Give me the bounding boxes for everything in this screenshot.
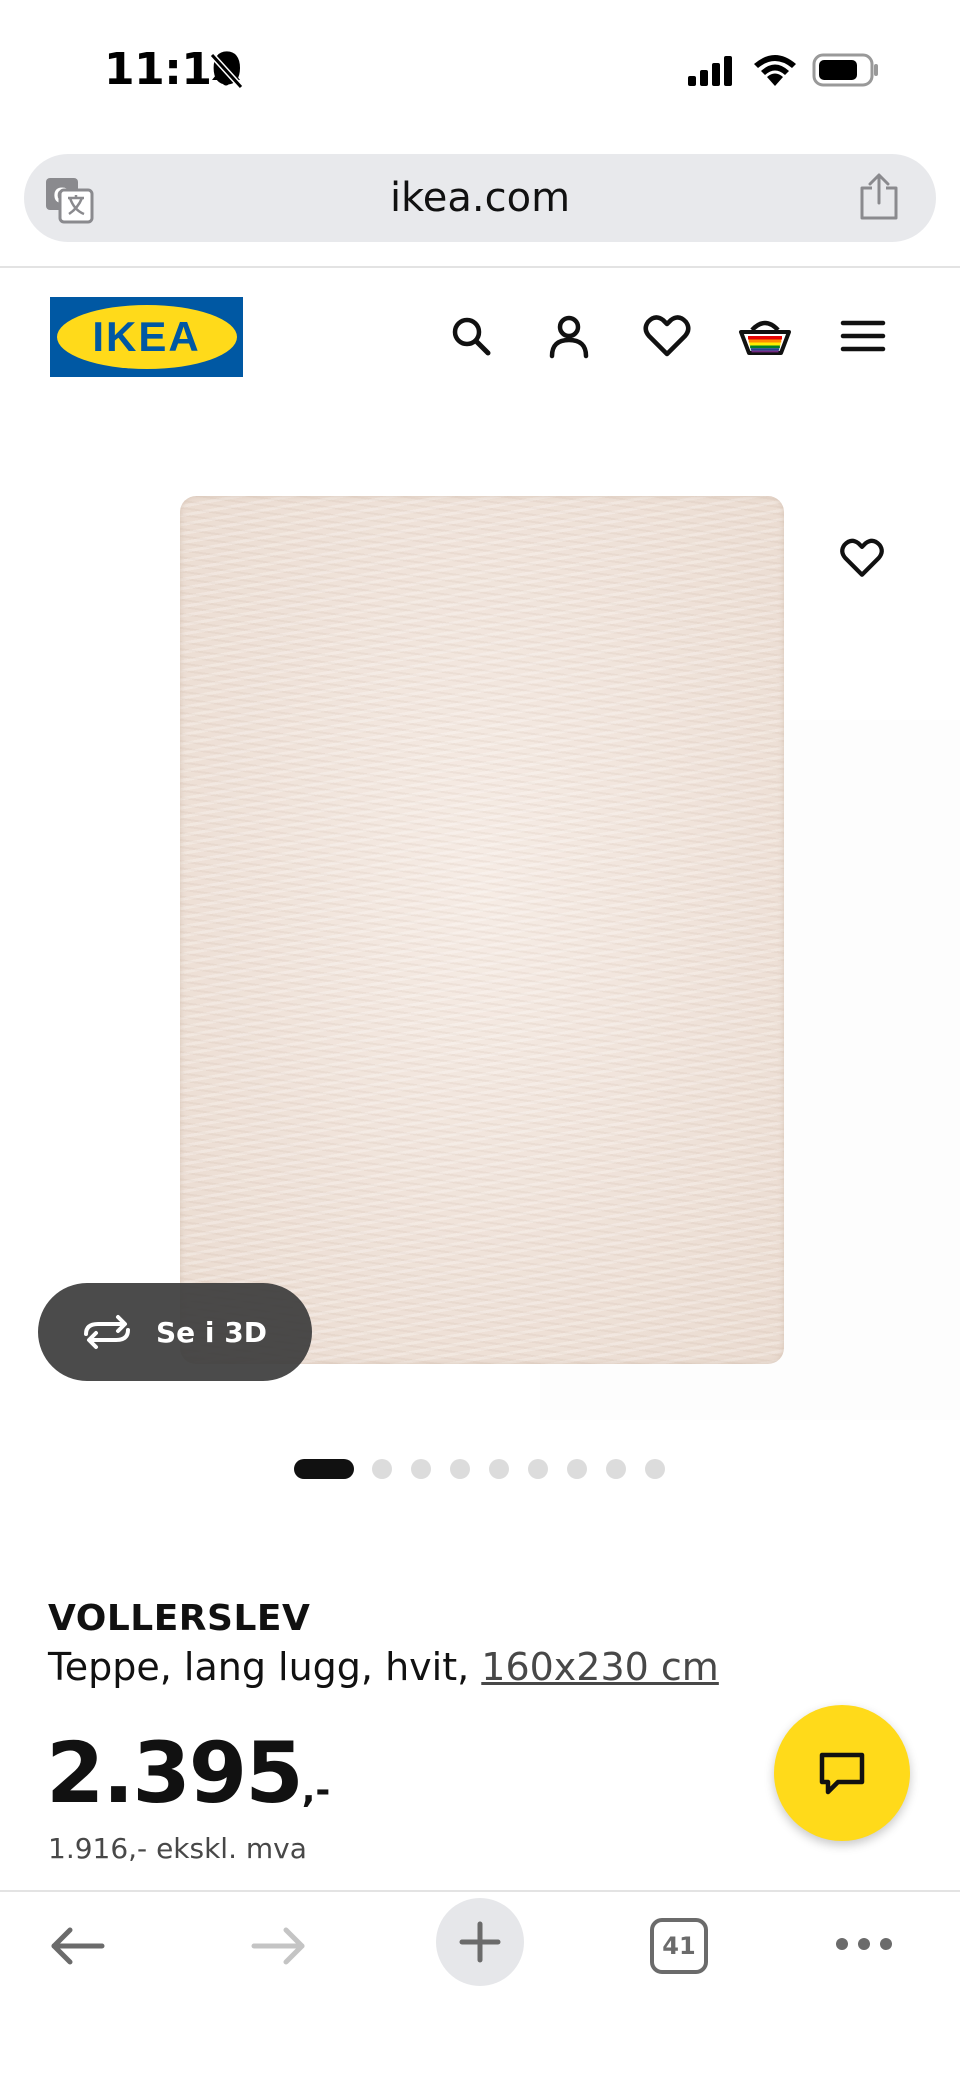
carousel-dot-active[interactable] <box>294 1459 354 1479</box>
ikea-logo-text: IKEA <box>92 313 201 360</box>
search-icon[interactable] <box>443 308 499 364</box>
carousel-dot[interactable] <box>645 1459 665 1479</box>
favorites-icon[interactable] <box>639 308 695 364</box>
see-in-3d-label: Se i 3D <box>156 1315 267 1349</box>
carousel-dot[interactable] <box>528 1459 548 1479</box>
price-main: 2.395 <box>46 1724 304 1822</box>
wifi-icon <box>754 55 796 86</box>
product-description: Teppe, lang lugg, hvit, 160x230 cm <box>48 1645 719 1689</box>
carousel-dot[interactable] <box>411 1459 431 1479</box>
product-price: 2.395,- <box>46 1724 330 1822</box>
carousel-dot[interactable] <box>372 1459 392 1479</box>
basket-icon[interactable] <box>737 308 793 364</box>
product-description-text: Teppe, lang lugg, hvit, <box>48 1645 482 1689</box>
price-excl-vat: 1.916,- ekskl. mva <box>48 1832 307 1865</box>
ikea-logo[interactable]: IKEA <box>50 297 243 377</box>
add-to-favorites-icon[interactable] <box>836 532 888 584</box>
carousel-indicator <box>294 1458 684 1480</box>
chat-icon <box>819 1752 865 1795</box>
battery-icon <box>812 53 878 87</box>
carousel-dot[interactable] <box>489 1459 509 1479</box>
share-icon[interactable] <box>858 172 900 222</box>
browser-toolbar: 41 <box>0 1892 960 2081</box>
chat-button[interactable] <box>774 1705 910 1841</box>
see-in-3d-button[interactable]: Se i 3D <box>38 1283 312 1381</box>
menu-icon[interactable] <box>835 308 891 364</box>
url-text[interactable]: ikea.com <box>24 154 936 242</box>
product-image-gallery[interactable]: Se i 3D <box>0 420 960 1420</box>
carousel-dot[interactable] <box>606 1459 626 1479</box>
address-bar[interactable]: ikea.com G <box>24 154 936 242</box>
rotate-3d-icon <box>84 1315 130 1349</box>
page: 11:10 ikea.com G <box>0 0 960 2081</box>
product-size-link[interactable]: 160x230 cm <box>481 1645 719 1689</box>
tabs-button[interactable]: 41 <box>650 1918 708 1974</box>
bell-off-icon <box>209 52 244 90</box>
more-icon[interactable] <box>834 1936 894 1952</box>
status-bar: 11:10 <box>0 0 960 140</box>
cellular-signal-icon <box>688 56 732 86</box>
divider <box>0 266 960 268</box>
back-icon[interactable] <box>48 1924 108 1968</box>
new-tab-button[interactable] <box>436 1898 524 1986</box>
translate-icon[interactable]: G <box>44 174 94 224</box>
price-suffix: ,- <box>301 1770 331 1811</box>
carousel-dot[interactable] <box>450 1459 470 1479</box>
product-name: VOLLERSLEV <box>48 1598 311 1639</box>
carousel-dot[interactable] <box>567 1459 587 1479</box>
ikea-logo-oval: IKEA <box>56 305 237 369</box>
product-image[interactable] <box>180 496 784 1364</box>
account-icon[interactable] <box>541 308 597 364</box>
forward-icon[interactable] <box>248 1924 308 1968</box>
plus-icon <box>459 1921 501 1963</box>
